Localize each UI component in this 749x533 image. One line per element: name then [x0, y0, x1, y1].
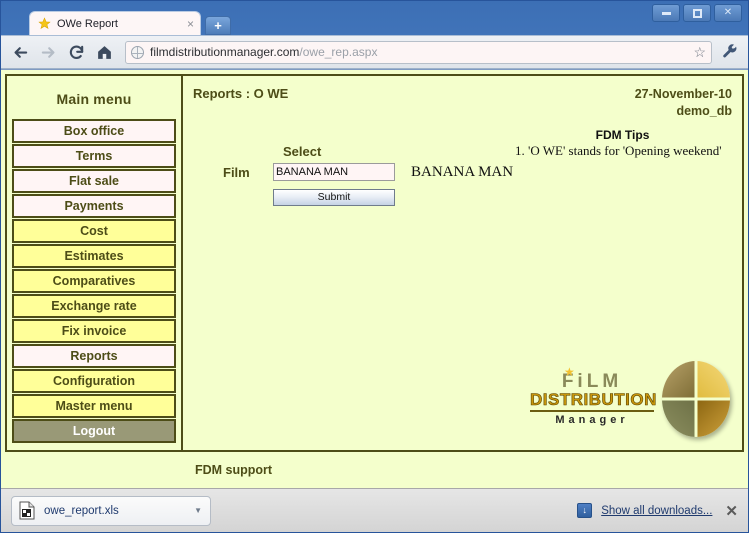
logo-line-distribution: DISTRIBUTION: [530, 391, 654, 412]
submit-row: Submit: [273, 187, 513, 206]
download-bar: owe_report.xls ▼ ↓ Show all downloads...…: [1, 488, 748, 532]
page-viewport: Main menu Box office Terms Flat sale Pay…: [1, 69, 748, 488]
tab-close-icon[interactable]: ×: [187, 18, 194, 30]
header-meta: 27-November-10 demo_db: [635, 86, 732, 120]
page-title: Reports : O WE: [193, 86, 288, 101]
logo-line-manager: Manager: [530, 414, 654, 426]
chevron-down-icon[interactable]: ▼: [190, 506, 206, 515]
logo-star-icon: ★: [564, 365, 575, 379]
show-all-downloads-link[interactable]: Show all downloads...: [601, 505, 712, 517]
fdm-logo: ★ FiLM DISTRIBUTION Manager: [530, 356, 730, 442]
reload-icon[interactable]: [63, 39, 89, 65]
sidebar-item-terms[interactable]: Terms: [12, 144, 176, 168]
globe-icon: [131, 46, 144, 59]
sidebar-item-flat-sale[interactable]: Flat sale: [12, 169, 176, 193]
url-path: /owe_rep.aspx: [299, 45, 377, 59]
report-form: Select Film BANANA MAN Submit: [223, 144, 513, 206]
application-frame: Main menu Box office Terms Flat sale Pay…: [5, 74, 744, 452]
sidebar-item-payments[interactable]: Payments: [12, 194, 176, 218]
browser-window: OWe Report × + ✕ filmdistributionmanager…: [0, 0, 749, 533]
logo-wordmark: ★ FiLM DISTRIBUTION Manager: [530, 372, 654, 426]
sidebar-item-comparatives[interactable]: Comparatives: [12, 269, 176, 293]
wrench-icon[interactable]: [718, 44, 742, 60]
film-input[interactable]: [273, 163, 395, 181]
tab-title: OWe Report: [57, 18, 179, 30]
sidebar-item-box-office[interactable]: Box office: [12, 119, 176, 143]
film-row: Film BANANA MAN: [223, 163, 513, 181]
address-bar[interactable]: filmdistributionmanager.com/owe_rep.aspx…: [125, 41, 712, 64]
sidebar-item-fix-invoice[interactable]: Fix invoice: [12, 319, 176, 343]
window-controls: ✕: [652, 4, 742, 22]
url-domain: filmdistributionmanager.com: [150, 45, 299, 59]
film-label: Film: [223, 165, 273, 180]
support-bar: FDM support: [5, 456, 744, 484]
new-tab-button[interactable]: +: [205, 16, 231, 35]
maximize-button[interactable]: [683, 4, 711, 22]
sidebar-item-reports[interactable]: Reports: [12, 344, 176, 368]
forward-icon: [35, 39, 61, 65]
sidebar-item-exchange-rate[interactable]: Exchange rate: [12, 294, 176, 318]
home-icon[interactable]: [91, 39, 117, 65]
download-file-name: owe_report.xls: [44, 505, 190, 517]
url-text: filmdistributionmanager.com/owe_rep.aspx: [150, 45, 687, 59]
fdm-tips-body: 1. 'O WE' stands for 'Opening weekend': [515, 143, 730, 159]
download-bar-actions: ↓ Show all downloads... ✕: [577, 502, 738, 520]
sidebar-item-estimates[interactable]: Estimates: [12, 244, 176, 268]
close-window-button[interactable]: ✕: [714, 4, 742, 22]
logo-circle-icon: [662, 361, 730, 437]
report-date: 27-November-10: [635, 86, 732, 103]
support-text: FDM support: [195, 463, 272, 477]
sidebar-menu: Box office Terms Flat sale Payments Cost…: [12, 119, 176, 443]
minimize-button[interactable]: [652, 4, 680, 22]
back-icon[interactable]: [7, 39, 33, 65]
film-selected-value: BANANA MAN: [411, 164, 513, 181]
browser-tab[interactable]: OWe Report ×: [29, 11, 201, 35]
title-bar: OWe Report × + ✕: [1, 1, 748, 35]
sidebar-item-master-menu[interactable]: Master menu: [12, 394, 176, 418]
star-icon: [38, 17, 51, 30]
navigation-toolbar: filmdistributionmanager.com/owe_rep.aspx…: [1, 35, 748, 69]
sidebar-item-configuration[interactable]: Configuration: [12, 369, 176, 393]
logo-line-film: FiLM: [530, 372, 654, 391]
select-label: Select: [283, 144, 513, 159]
tab-strip: OWe Report × +: [29, 11, 231, 35]
close-download-bar-icon[interactable]: ✕: [725, 502, 738, 520]
sidebar-title: Main menu: [12, 82, 176, 119]
fdm-tips-title: FDM Tips: [515, 128, 730, 142]
sidebar: Main menu Box office Terms Flat sale Pay…: [7, 76, 183, 450]
download-arrow-icon: ↓: [577, 503, 592, 518]
fdm-tips: FDM Tips 1. 'O WE' stands for 'Opening w…: [515, 128, 730, 159]
download-item[interactable]: owe_report.xls ▼: [11, 496, 211, 526]
submit-button[interactable]: Submit: [273, 189, 395, 206]
database-name: demo_db: [635, 103, 732, 120]
bookmark-star-icon[interactable]: ☆: [693, 44, 706, 61]
file-icon: [19, 501, 35, 520]
sidebar-item-logout[interactable]: Logout: [12, 419, 176, 443]
main-content: Reports : O WE 27-November-10 demo_db FD…: [183, 76, 742, 450]
sidebar-item-cost[interactable]: Cost: [12, 219, 176, 243]
content-header: Reports : O WE 27-November-10 demo_db: [193, 86, 732, 120]
